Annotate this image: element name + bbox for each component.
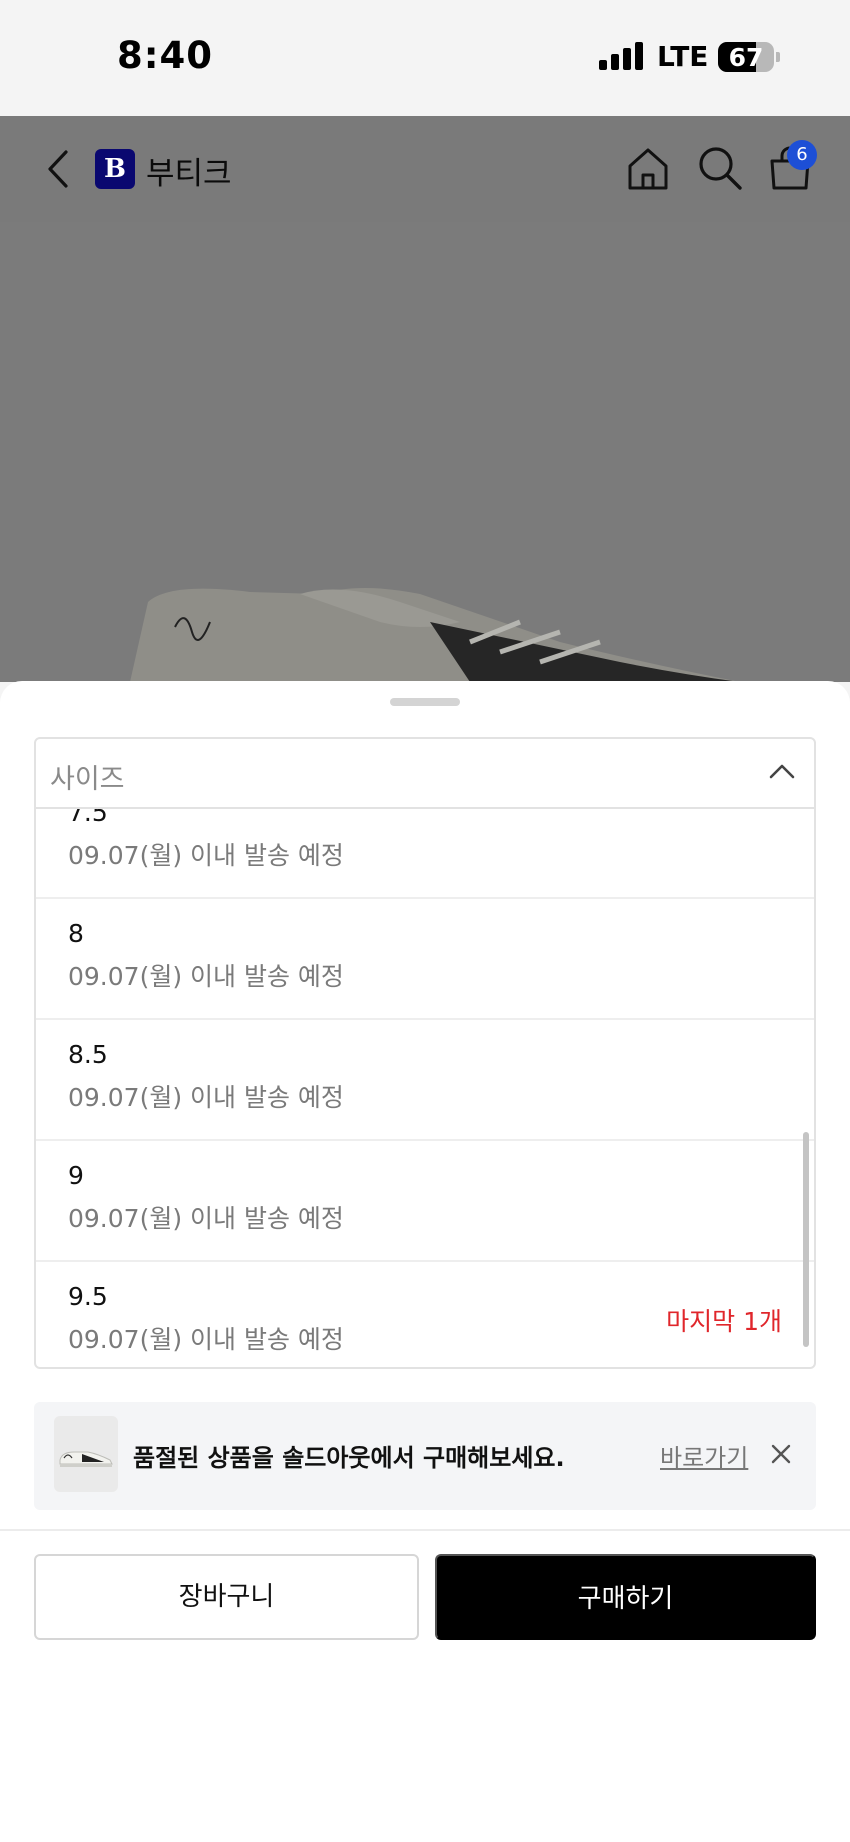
size-option-shipping: 09.07(월) 이내 발송 예정	[68, 1204, 344, 1233]
brand-name[interactable]: 부티크	[146, 148, 232, 193]
battery-level: 67	[728, 43, 764, 72]
app-header: B 부티크	[0, 116, 850, 222]
buy-now-button[interactable]: 구매하기	[435, 1554, 816, 1640]
size-option-list[interactable]: 7.5 09.07(월) 이내 발송 예정 8 09.07(월) 이내 발송 예…	[36, 809, 814, 1367]
last-stock-badge: 마지막 1개	[666, 1307, 782, 1336]
size-option[interactable]: 7.5 09.07(월) 이내 발송 예정	[36, 809, 814, 899]
sneaker-image	[130, 588, 740, 682]
banner-shortcut-link[interactable]: 바로가기	[660, 1438, 748, 1473]
option-bottom-sheet: 사이즈 7.5 09.07(월) 이내 발송 예정 8 09.07(월) 이내 …	[0, 681, 850, 1842]
size-option-shipping: 09.07(월) 이내 발송 예정	[68, 1083, 344, 1112]
banner-message: 품절된 상품을 솔드아웃에서 구매해보세요.	[133, 1444, 565, 1472]
chevron-up-icon	[769, 764, 795, 779]
size-option-value: 9.5	[68, 1282, 108, 1311]
size-option[interactable]: 9 09.07(월) 이내 발송 예정	[36, 1141, 814, 1262]
size-dropdown: 사이즈 7.5 09.07(월) 이내 발송 예정 8 09.07(월) 이내 …	[34, 737, 816, 1369]
status-bar: 8:40 LTE 67	[0, 0, 850, 116]
home-button[interactable]	[624, 144, 672, 192]
sheet-grabber-handle[interactable]	[390, 698, 460, 706]
size-list-scrollbar[interactable]	[803, 1132, 809, 1347]
search-button[interactable]	[696, 144, 744, 192]
sneaker-thumbnail-image	[59, 1451, 113, 1467]
home-icon	[628, 148, 668, 190]
size-option[interactable]: 9.5 09.07(월) 이내 발송 예정 마지막 1개	[36, 1262, 814, 1367]
size-option-value: 8.5	[68, 1040, 108, 1069]
soldout-promo-banner: 품절된 상품을 솔드아웃에서 구매해보세요. 바로가기	[34, 1402, 816, 1510]
size-option[interactable]: 8 09.07(월) 이내 발송 예정	[36, 899, 814, 1020]
size-option-shipping: 09.07(월) 이내 발송 예정	[68, 841, 344, 870]
back-button[interactable]	[38, 146, 78, 192]
size-option-shipping: 09.07(월) 이내 발송 예정	[68, 962, 344, 991]
size-option-value: 9	[68, 1161, 84, 1190]
size-dropdown-label: 사이즈	[50, 764, 125, 795]
cellular-signal-icon	[599, 42, 645, 70]
size-option[interactable]: 8.5 09.07(월) 이내 발송 예정	[36, 1020, 814, 1141]
close-icon[interactable]	[769, 1442, 793, 1466]
brand-logo[interactable]: B	[95, 149, 135, 189]
chevron-left-icon	[48, 150, 68, 188]
size-option-value: 7.5	[68, 809, 108, 827]
search-icon	[699, 147, 742, 190]
battery-cap	[776, 52, 780, 62]
size-dropdown-header[interactable]: 사이즈	[36, 739, 814, 809]
sneaker-thumbnail	[54, 1416, 118, 1492]
cart-count-badge: 6	[787, 140, 817, 170]
section-divider	[0, 1529, 850, 1531]
add-to-cart-button[interactable]: 장바구니	[34, 1554, 419, 1640]
product-image	[0, 222, 850, 682]
size-option-value: 8	[68, 919, 84, 948]
network-type: LTE	[657, 40, 709, 73]
battery-icon: 67	[718, 42, 774, 72]
size-option-shipping: 09.07(월) 이내 발송 예정	[68, 1325, 344, 1354]
status-time: 8:40	[117, 34, 214, 77]
